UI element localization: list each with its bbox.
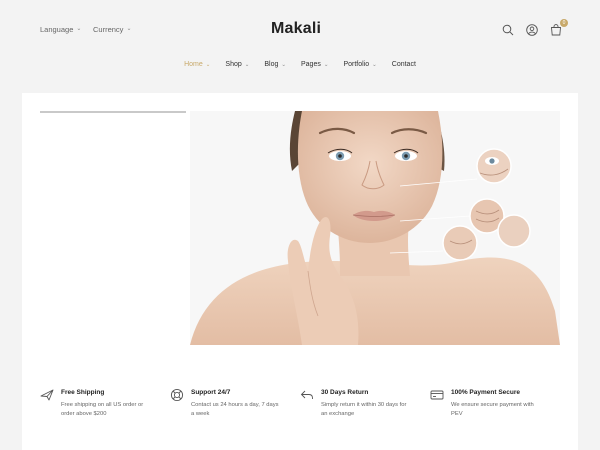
nav-label: Portfolio bbox=[343, 61, 370, 68]
search-icon[interactable] bbox=[501, 23, 515, 37]
return-icon bbox=[300, 388, 314, 402]
nav-label: Shop bbox=[225, 61, 242, 68]
hero-image bbox=[40, 111, 560, 345]
feature-return: 30 Days Return Simply return it within 3… bbox=[300, 388, 430, 419]
currency-selector[interactable]: Currency ⌄ bbox=[93, 25, 131, 34]
hero-banner[interactable] bbox=[40, 111, 560, 345]
nav-item-shop[interactable]: Shop ⌄ bbox=[225, 61, 249, 68]
feature-payment: 100% Payment Secure We ensure secure pay… bbox=[430, 388, 560, 419]
airplane-icon bbox=[40, 388, 54, 402]
nav-item-blog[interactable]: Blog ⌄ bbox=[264, 61, 286, 68]
credit-card-icon bbox=[430, 388, 444, 402]
chevron-down-icon: ⌄ bbox=[281, 61, 286, 68]
feature-desc: Free shipping on all US order or order a… bbox=[61, 402, 144, 417]
feature-desc: Simply return it within 30 days for an e… bbox=[321, 402, 407, 417]
chevron-down-icon: ⌄ bbox=[372, 61, 377, 68]
feature-free-shipping: Free Shipping Free shipping on all US or… bbox=[40, 388, 170, 419]
nav-item-contact[interactable]: Contact bbox=[392, 61, 416, 68]
nav-item-home[interactable]: Home ⌄ bbox=[184, 61, 210, 68]
currency-label: Currency bbox=[93, 25, 124, 34]
language-selector[interactable]: Language ⌄ bbox=[40, 25, 81, 34]
feature-title: Support 24/7 bbox=[191, 389, 231, 396]
feature-title: 100% Payment Secure bbox=[451, 389, 521, 396]
feature-desc: We ensure secure payment with PEV bbox=[451, 402, 534, 417]
language-label: Language bbox=[40, 25, 74, 34]
nav-item-pages[interactable]: Pages ⌄ bbox=[301, 61, 328, 68]
features-row: Free Shipping Free shipping on all US or… bbox=[40, 388, 560, 419]
lifebuoy-icon bbox=[170, 388, 184, 402]
header: Language ⌄ Currency ⌄ Makali 0 bbox=[0, 0, 600, 60]
user-icon[interactable] bbox=[525, 23, 539, 37]
feature-title: 30 Days Return bbox=[321, 389, 369, 396]
feature-support: Support 24/7 Contact us 24 hours a day, … bbox=[170, 388, 300, 419]
main-nav: Home ⌄ Shop ⌄ Blog ⌄ Pages ⌄ Portfolio ⌄ Cont… bbox=[0, 61, 600, 68]
cart-count-badge: 0 bbox=[560, 19, 568, 27]
chevron-down-icon: ⌄ bbox=[126, 26, 132, 32]
chevron-down-icon: ⌄ bbox=[323, 61, 329, 68]
logo[interactable]: Makali bbox=[271, 20, 321, 38]
chevron-down-icon: ⌄ bbox=[244, 61, 250, 68]
nav-label: Contact bbox=[391, 61, 416, 68]
cart-icon[interactable]: 0 bbox=[549, 19, 568, 37]
feature-title: Free Shipping bbox=[61, 389, 105, 396]
logo-mark: M bbox=[271, 20, 285, 37]
chevron-down-icon: ⌄ bbox=[205, 61, 211, 68]
chevron-down-icon: ⌄ bbox=[76, 26, 82, 32]
nav-item-portfolio[interactable]: Portfolio ⌄ bbox=[343, 61, 376, 68]
content-card: Free Shipping Free shipping on all US or… bbox=[22, 93, 578, 450]
nav-label: Blog bbox=[264, 61, 279, 68]
logo-text: akali bbox=[284, 20, 322, 37]
feature-desc: Contact us 24 hours a day, 7 days a week bbox=[191, 402, 279, 417]
nav-label: Pages bbox=[301, 61, 321, 68]
header-icons: 0 bbox=[501, 19, 568, 37]
nav-label: Home bbox=[184, 61, 203, 68]
slider-progress-bar bbox=[40, 111, 186, 113]
